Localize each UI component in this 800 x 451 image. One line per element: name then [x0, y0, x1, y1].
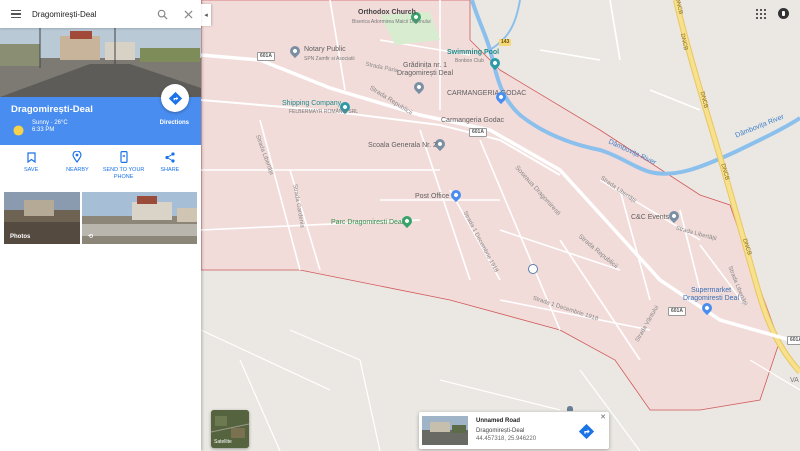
poi-shipping-label[interactable]: Shipping Company [282, 100, 341, 108]
bookmark-icon [27, 150, 36, 164]
poi-events-label[interactable]: C&C Events [631, 214, 669, 222]
close-icon[interactable] [175, 0, 201, 28]
road-601a-badge: 601A [668, 307, 686, 316]
notifications-icon[interactable] [778, 8, 789, 19]
photos-caption: Photos [10, 234, 31, 240]
search-icon[interactable] [149, 0, 175, 28]
poi-shipping-sub: FELBERMAYR ROMÂNIA SRL [289, 109, 359, 115]
poi-pool-sub: Bonbon Club [455, 58, 484, 64]
side-panel: Dragomirești-Deal Dragomirești-Deal Sunn… [0, 0, 201, 451]
road-601a-badge: 601A [787, 336, 800, 345]
poi-marker-icon[interactable] [528, 264, 538, 274]
close-icon[interactable]: ✕ [600, 413, 606, 421]
poi-pool-label[interactable]: Swimming Pool [447, 49, 499, 57]
poi-carmangeria-label[interactable]: CARMANGERIA GODAC [447, 90, 526, 98]
nearby-button[interactable]: NEARBY [54, 150, 100, 186]
poi-kindergarten-label[interactable]: Grădinița nr. 1 Dragomirești Deal [395, 62, 455, 78]
card-coordinates: 44.457318, 25.946220 [476, 436, 537, 442]
directions-label[interactable]: Directions [160, 120, 189, 126]
photos-thumbnail[interactable]: Photos [4, 192, 80, 244]
nearby-pin-icon [72, 150, 82, 164]
apps-grid-icon[interactable] [756, 9, 766, 19]
weather-text: Sunny · 26°C [32, 120, 68, 126]
edge-label: VA [790, 377, 799, 384]
collapse-panel-button[interactable]: ◂ [201, 4, 211, 26]
poi-church-sub: Biserica Adormirea Maicii Domnului [352, 19, 431, 25]
street-view-icon: ⟲ [88, 234, 94, 240]
poi-church-label[interactable]: Orthodox Church [358, 9, 416, 17]
poi-carmangeria2-label[interactable]: Carmangeria Godac [441, 117, 504, 125]
weather-info: Sunny · 26°C 6:33 PM [32, 120, 68, 134]
card-title: Unnamed Road [476, 418, 521, 424]
sun-icon [13, 123, 24, 141]
share-icon [165, 150, 175, 164]
share-button[interactable]: SHARE [147, 150, 193, 186]
card-street-view-thumbnail[interactable] [422, 416, 468, 445]
search-input[interactable]: Dragomirești-Deal [32, 10, 149, 19]
directions-button[interactable] [161, 84, 189, 112]
satellite-toggle[interactable]: Satellite [211, 410, 249, 448]
poi-park-label[interactable]: Parc Dragomiresti Deal [331, 219, 403, 227]
poi-notary-label[interactable]: Notary Public [304, 46, 346, 54]
save-button[interactable]: SAVE [8, 150, 54, 186]
directions-icon [168, 91, 182, 105]
card-directions-icon[interactable] [578, 423, 595, 444]
send-to-phone-button[interactable]: SEND TO YOUR PHONE [101, 150, 147, 186]
app-root: Orthodox Church Biserica Adormirea Maici… [0, 0, 800, 451]
search-box[interactable]: Dragomirești-Deal [0, 0, 201, 28]
action-bar: SAVE NEARBY SEND TO YOUR PHONE SHARE [0, 150, 201, 186]
road-601a-badge: 601A [257, 52, 275, 61]
local-time: 6:33 PM [32, 127, 55, 133]
chevron-left-icon: ◂ [204, 12, 208, 19]
save-label: SAVE [23, 167, 39, 173]
road-143-badge: 143 [499, 39, 512, 46]
poi-partial-icon[interactable] [567, 406, 573, 411]
road-601a-badge: 601A [469, 128, 487, 137]
place-title: Dragomirești-Deal [11, 104, 93, 115]
phone-icon [120, 150, 128, 164]
poi-school-label[interactable]: Scoala Generala Nr. 2 [368, 142, 437, 150]
menu-icon[interactable] [0, 0, 32, 28]
poi-notary-sub: SPN Zamfir si Asociatii [304, 56, 355, 62]
card-subtitle: Dragomirești-Deal [476, 428, 525, 434]
share-label: SHARE [160, 167, 180, 173]
photos-row: Photos ⟲ [4, 192, 197, 244]
nearby-label: NEARBY [66, 167, 89, 173]
send-to-phone-label: SEND TO YOUR PHONE [102, 167, 145, 180]
poi-post-label[interactable]: Post Office [415, 193, 449, 201]
satellite-label: Satellite [214, 439, 232, 445]
street-view-thumbnail[interactable]: ⟲ [82, 192, 197, 244]
